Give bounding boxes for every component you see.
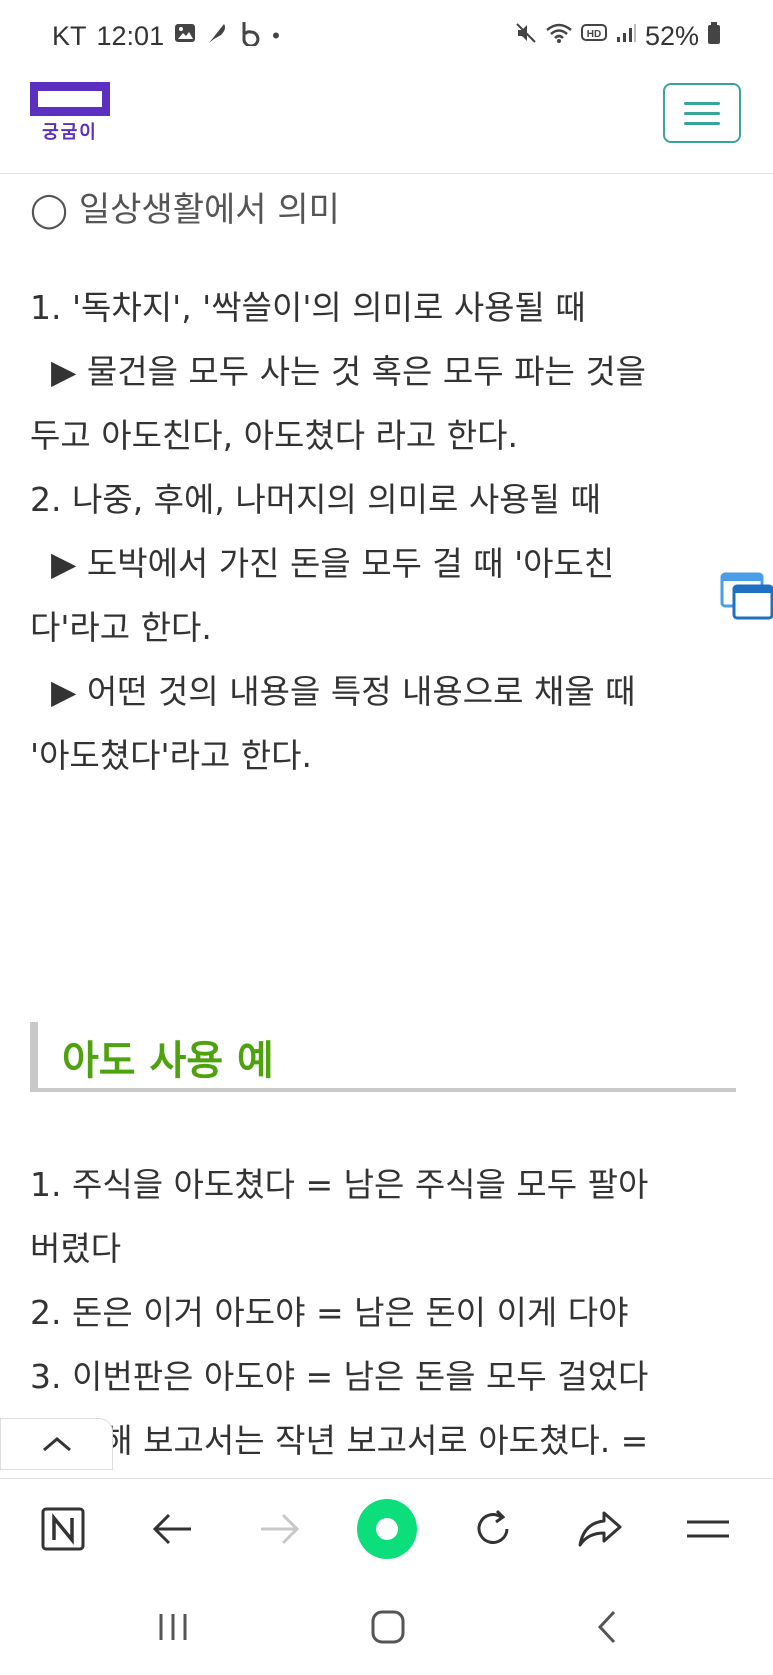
b-icon bbox=[238, 20, 262, 52]
recent-apps-icon[interactable] bbox=[128, 1578, 218, 1675]
menu-line bbox=[684, 121, 720, 125]
svg-text:HD: HD bbox=[587, 29, 601, 40]
hd-icon: HD bbox=[580, 23, 607, 49]
article-line: ▶ 도박에서 가진 돈을 모두 걸 때 '아도친 bbox=[30, 544, 615, 583]
status-left: KT 12:01 • bbox=[52, 20, 280, 52]
scroll-to-top-button[interactable] bbox=[0, 1418, 113, 1470]
example-line: 4. 올해 보고서는 작년 보고서로 아도쳤다. = bbox=[30, 1421, 649, 1460]
site-logo[interactable]: 궁굼이 bbox=[30, 82, 110, 144]
dot-icon: • bbox=[272, 23, 280, 48]
gallery-icon bbox=[174, 22, 196, 50]
article-line: ▶ 어떤 것의 내용을 특정 내용으로 채울 때 bbox=[30, 672, 636, 711]
article-line: 1. '독차지', '싹쓸이'의 의미로 사용될 때 bbox=[30, 288, 586, 327]
menu-line bbox=[684, 101, 720, 105]
article-line: ▶ 물건을 모두 사는 것 혹은 모두 파는 것을 bbox=[30, 352, 647, 391]
browser-toolbar bbox=[0, 1478, 773, 1578]
section-title: ◯ 일상생활에서 의미 bbox=[30, 190, 340, 230]
article-line: 다'라고 한다. bbox=[30, 608, 212, 647]
naver-icon[interactable] bbox=[23, 1479, 103, 1579]
site-header: 궁굼이 bbox=[0, 72, 773, 174]
back-icon[interactable] bbox=[562, 1578, 652, 1675]
battery-label: 52% bbox=[644, 20, 699, 51]
feather-icon bbox=[206, 21, 228, 51]
status-bar: KT 12:01 • HD 52% bbox=[0, 0, 773, 72]
refresh-icon[interactable] bbox=[453, 1479, 533, 1579]
article-line: 두고 아도친다, 아도쳤다 라고 한다. bbox=[30, 416, 518, 455]
section-heading: 아도 사용 예 bbox=[30, 1022, 736, 1092]
example-line: 2. 돈은 이거 아도야 = 남은 돈이 이게 다야 bbox=[30, 1293, 629, 1332]
article-line: '아도쳤다'라고 한다. bbox=[30, 736, 313, 775]
example-line: 1. 주식을 아도쳤다 = 남은 주식을 모두 팔아 bbox=[30, 1165, 649, 1204]
logo-mark bbox=[30, 82, 110, 116]
green-dot-icon[interactable] bbox=[347, 1479, 427, 1579]
hamburger-menu-button[interactable] bbox=[663, 83, 741, 143]
floating-window-icon[interactable] bbox=[720, 572, 773, 622]
article-body: ◯ 일상생활에서 의미 1. '독차지', '싹쓸이'의 의미로 사용될 때 ▶… bbox=[30, 174, 740, 788]
forward-arrow-icon bbox=[240, 1479, 320, 1579]
status-right: HD 52% bbox=[515, 21, 721, 52]
menu-line bbox=[684, 111, 720, 115]
example-line: 3. 이번판은 아도야 = 남은 돈을 모두 걸었다 bbox=[30, 1357, 649, 1396]
heading-text: 아도 사용 예 bbox=[62, 1038, 274, 1084]
time-label: 12:01 bbox=[96, 20, 165, 51]
chevron-up-icon bbox=[42, 1437, 71, 1452]
share-icon[interactable] bbox=[560, 1479, 640, 1579]
article-line: 2. 나중, 후에, 나머지의 의미로 사용될 때 bbox=[30, 480, 601, 519]
example-line: 버렸다 bbox=[30, 1229, 122, 1268]
logo-text: 궁굼이 bbox=[42, 122, 98, 143]
home-icon[interactable] bbox=[343, 1578, 433, 1675]
battery-icon bbox=[707, 21, 721, 51]
menu-icon[interactable] bbox=[668, 1479, 748, 1579]
wifi-icon bbox=[545, 22, 573, 50]
signal-icon bbox=[615, 22, 637, 50]
system-nav-bar bbox=[0, 1578, 773, 1675]
mute-icon bbox=[515, 22, 537, 50]
back-arrow-icon[interactable] bbox=[132, 1479, 212, 1579]
example-list: 1. 주식을 아도쳤다 = 남은 주식을 모두 팔아 버렸다 2. 돈은 이거 … bbox=[30, 1153, 740, 1473]
carrier-label: KT bbox=[52, 20, 87, 51]
meaning-list: 1. '독차지', '싹쓸이'의 의미로 사용될 때 ▶ 물건을 모두 사는 것… bbox=[30, 276, 740, 788]
